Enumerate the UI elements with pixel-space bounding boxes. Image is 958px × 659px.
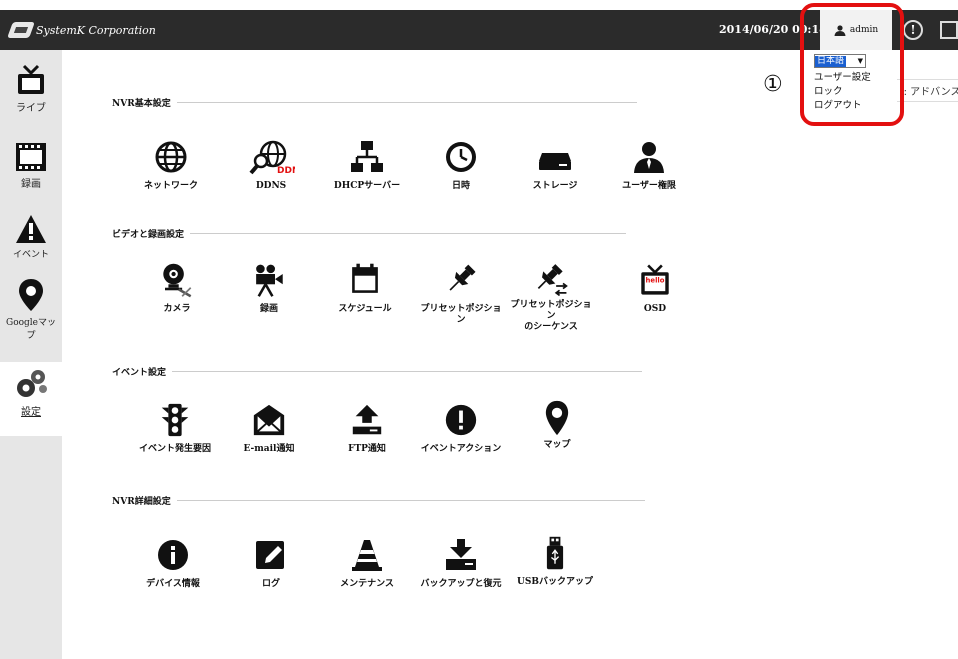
tile-storage[interactable]: ストレージ xyxy=(512,139,598,192)
network-tree-icon xyxy=(351,141,383,172)
pin-icon xyxy=(449,264,476,291)
tile-usb-backup[interactable]: USBバックアップ xyxy=(512,535,598,588)
download-tray-icon xyxy=(446,539,476,570)
logo: SystemK Corporation xyxy=(7,20,156,40)
tile-preset-position[interactable]: プリセットポジション xyxy=(418,262,504,326)
svg-text:hello: hello xyxy=(646,277,665,285)
monitor-icon[interactable] xyxy=(940,21,958,39)
tile-backup-restore[interactable]: バックアップと復元 xyxy=(418,537,504,590)
alert-icon[interactable]: ! xyxy=(903,20,923,40)
sidebar-item-event[interactable]: イベント xyxy=(0,214,62,260)
tile-ddns[interactable]: DDNS DDNS xyxy=(228,139,314,192)
tile-network[interactable]: ネットワーク xyxy=(128,139,214,192)
clock-icon xyxy=(446,142,476,172)
hard-drive-icon xyxy=(539,153,571,170)
tile-email-notify[interactable]: E-mail通知 xyxy=(226,402,312,455)
map-pin-icon xyxy=(545,400,569,436)
sidebar-item-label: イベント xyxy=(12,250,49,260)
user-icon xyxy=(634,142,664,173)
pin-sequence-icon xyxy=(537,264,568,297)
video-camera-icon xyxy=(256,264,283,297)
globe-icon xyxy=(155,141,187,173)
cone-icon xyxy=(352,540,382,571)
edit-icon xyxy=(256,541,284,569)
tile-maintenance[interactable]: メンテナンス xyxy=(324,537,410,590)
ddns-globe-icon: DDNS xyxy=(249,140,295,175)
sidebar-item-label: 設定 xyxy=(21,407,41,418)
tile-event-action[interactable]: イベントアクション xyxy=(418,402,504,455)
map-pin-icon xyxy=(19,279,43,311)
info-icon xyxy=(158,540,188,570)
section-title-basic: NVR基本設定 xyxy=(112,96,637,109)
annotation-number: ① xyxy=(763,72,783,97)
tile-dhcp-server[interactable]: DHCPサーバー xyxy=(324,139,410,192)
film-icon xyxy=(16,143,46,171)
osd-tv-icon: hello xyxy=(641,264,669,295)
section-title-video: ビデオと録画設定 xyxy=(112,227,627,240)
sidebar-item-recording[interactable]: 録画 xyxy=(0,142,62,190)
tile-user-permissions[interactable]: ユーザー権限 xyxy=(606,139,692,192)
tile-preset-sequence[interactable]: プリセットポジション のシーケンス xyxy=(508,262,594,333)
sidebar-item-live[interactable]: ライブ xyxy=(0,64,62,114)
logo-icon xyxy=(7,22,35,38)
traffic-light-icon xyxy=(161,403,189,437)
sidebar-item-label: Googleマップ xyxy=(6,318,56,341)
tile-device-info[interactable]: デバイス情報 xyxy=(130,537,216,590)
section-title-event: イベント設定 xyxy=(112,365,643,378)
tile-ftp-notify[interactable]: FTP通知 xyxy=(324,402,410,455)
camera-settings-icon xyxy=(163,263,192,298)
sidebar-item-googlemap[interactable]: Googleマップ xyxy=(0,278,62,341)
tile-camera[interactable]: カメラ xyxy=(134,262,220,315)
warning-icon xyxy=(16,215,46,243)
tile-osd[interactable]: hello OSD xyxy=(612,262,698,315)
mode-label[interactable]: -: アドバンス xyxy=(897,79,958,102)
sidebar-item-settings[interactable]: 設定 xyxy=(0,362,62,436)
calendar-icon xyxy=(352,263,378,293)
tile-log[interactable]: ログ xyxy=(228,537,314,590)
tile-event-trigger[interactable]: イベント発生要因 xyxy=(132,402,218,455)
usb-icon xyxy=(546,536,564,570)
sidebar: ライブ 録画 イベント Googleマップ 設定 xyxy=(0,50,62,659)
upload-icon xyxy=(352,404,382,435)
tile-map[interactable]: マップ xyxy=(514,400,600,451)
logo-text: SystemK Corporation xyxy=(36,23,156,37)
gears-icon xyxy=(17,370,47,397)
tile-schedule[interactable]: スケジュール xyxy=(322,262,408,315)
svg-text:DDNS: DDNS xyxy=(277,166,295,175)
exclamation-icon xyxy=(445,404,477,436)
tile-record[interactable]: 録画 xyxy=(226,262,312,315)
highlight-box xyxy=(800,3,904,126)
mail-icon xyxy=(253,404,285,436)
tv-icon xyxy=(18,64,44,94)
sidebar-item-label: ライブ xyxy=(16,103,46,114)
sidebar-item-label: 録画 xyxy=(21,179,41,190)
section-title-advanced: NVR詳細設定 xyxy=(112,494,645,507)
tile-datetime[interactable]: 日時 xyxy=(418,139,504,192)
